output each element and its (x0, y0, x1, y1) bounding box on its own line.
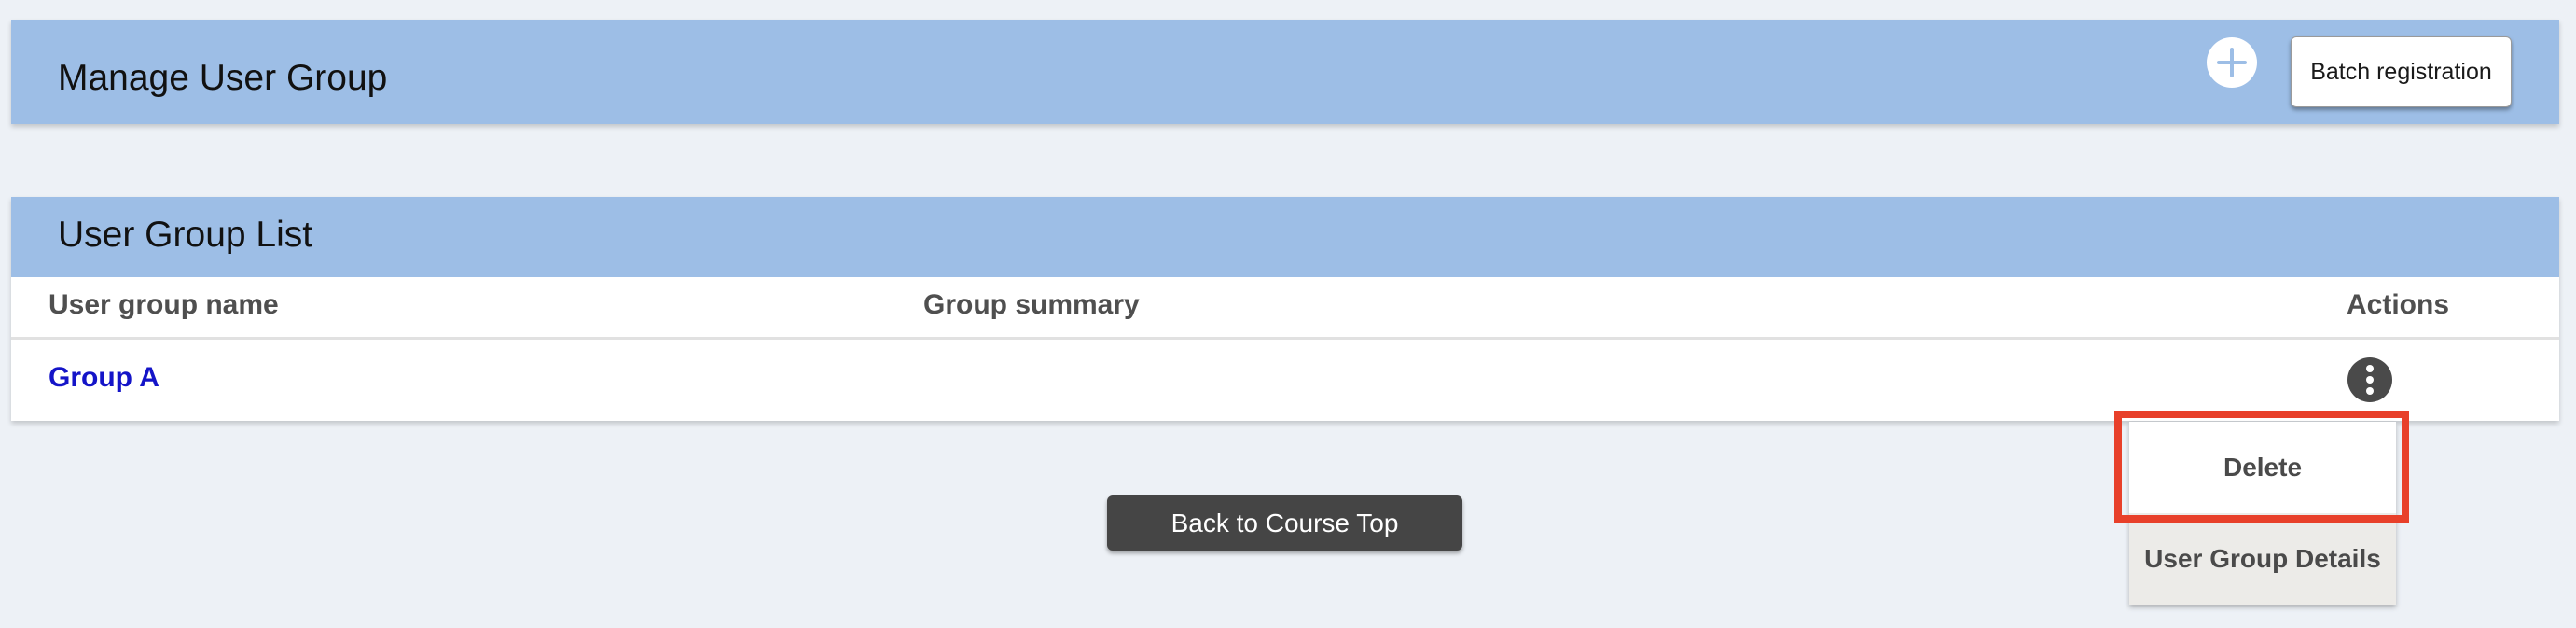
add-group-button[interactable] (2207, 37, 2257, 88)
delete-highlight-box (2114, 411, 2409, 523)
user-group-details-menu-item[interactable]: User Group Details (2129, 513, 2396, 605)
header-divider (11, 337, 2559, 340)
column-header-user-group-name: User group name (48, 289, 279, 320)
more-vertical-icon[interactable] (2347, 357, 2392, 402)
plus-circle-icon (2217, 48, 2247, 77)
group-name-link[interactable]: Group A (48, 361, 159, 395)
batch-registration-button[interactable]: Batch registration (2291, 36, 2512, 107)
list-header-bar: User Group List (11, 197, 2559, 277)
column-header-group-summary: Group summary (923, 289, 1140, 320)
user-group-list-panel: User Group List User group name Group su… (11, 197, 2559, 421)
manage-user-group-header: Manage User Group Batch registration (11, 20, 2559, 124)
column-header-actions: Actions (2347, 289, 2450, 320)
back-to-course-top-button[interactable]: Back to Course Top (1107, 495, 1462, 551)
list-title: User Group List (58, 215, 313, 255)
page-title: Manage User Group (58, 58, 388, 98)
